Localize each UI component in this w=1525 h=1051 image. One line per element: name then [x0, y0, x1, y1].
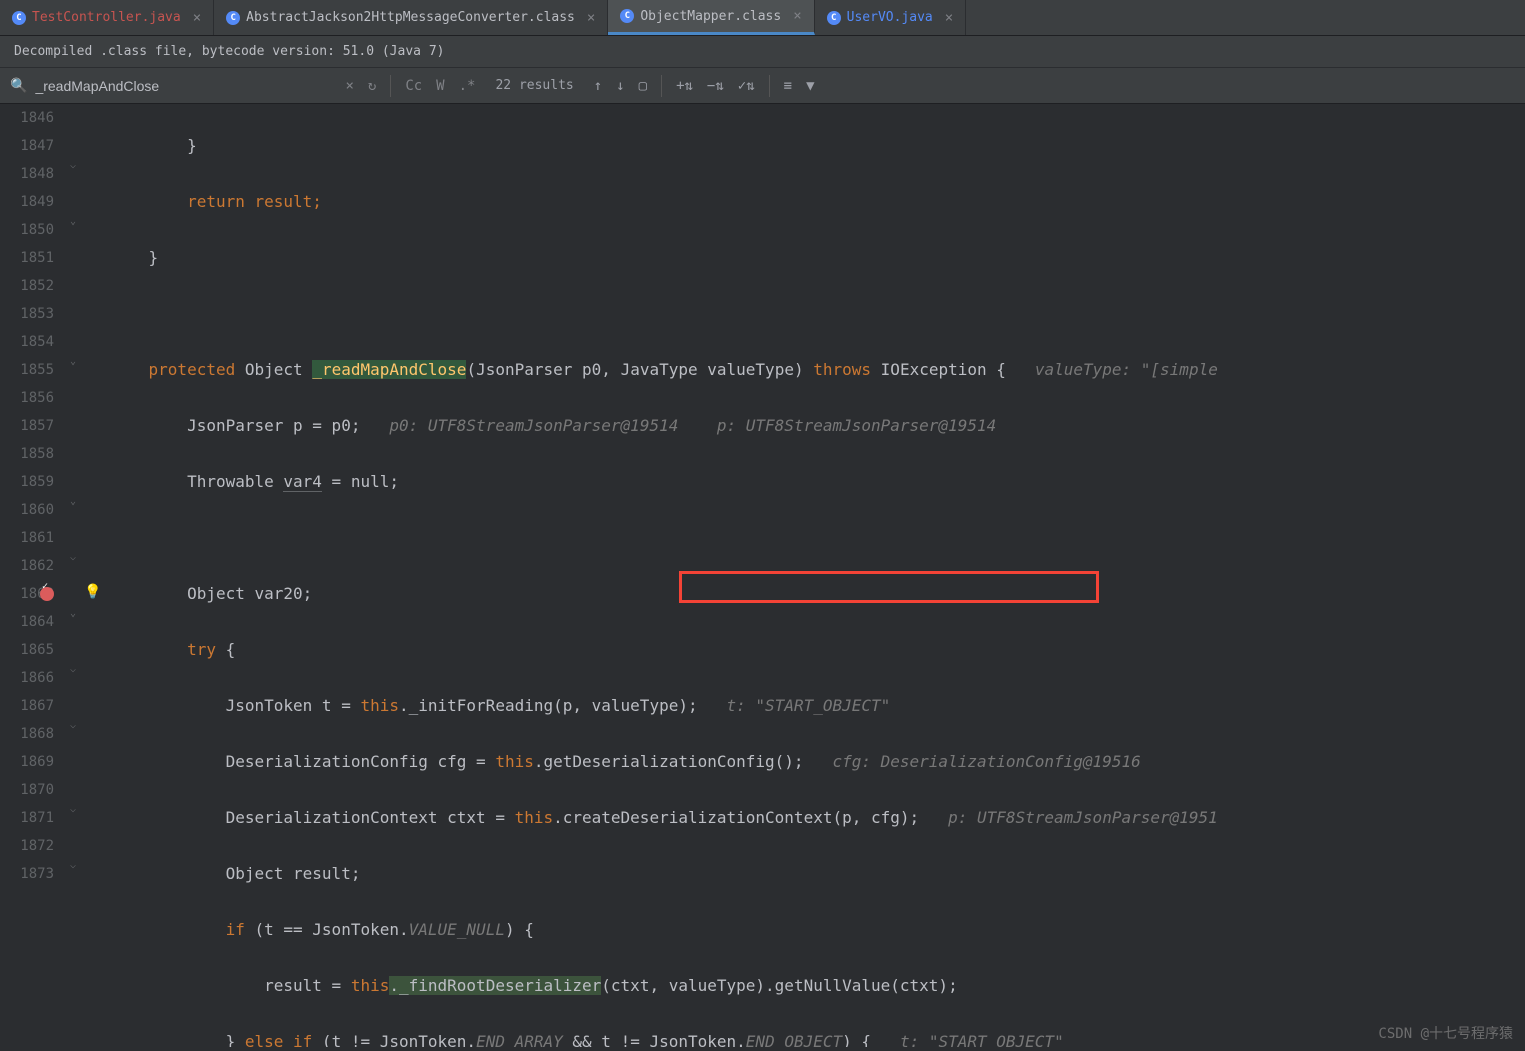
regex-button[interactable]: .*: [459, 78, 476, 94]
tab-label: UserVO.java: [847, 10, 933, 25]
divider: [769, 75, 770, 97]
tab-objectmapper[interactable]: C ObjectMapper.class ×: [608, 0, 814, 35]
tab-label: TestController.java: [32, 10, 181, 25]
tab-abstractjackson[interactable]: C AbstractJackson2HttpMessageConverter.c…: [214, 0, 608, 35]
words-button[interactable]: W: [436, 78, 444, 94]
inline-hint: p: UTF8StreamJsonParser@1951: [948, 808, 1218, 827]
line-gutter: 18461847184818491850 1851185218531854185…: [0, 104, 62, 1047]
code-text: _readMapAndClose: [312, 360, 466, 379]
close-icon[interactable]: ×: [793, 8, 801, 24]
code-text: ) {: [842, 1032, 871, 1047]
filter-icon[interactable]: ▼: [806, 78, 814, 94]
class-icon: C: [827, 11, 841, 25]
divider: [661, 75, 662, 97]
next-match-icon[interactable]: ↓: [616, 78, 624, 94]
close-icon[interactable]: ×: [587, 10, 595, 26]
fold-gutter: ⌵ ⌄ ⌄ ⌄ ⌵ 💡 ⌄ ⌵ ⌵ ⌵ ⌵: [62, 104, 110, 1047]
tab-label: ObjectMapper.class: [640, 9, 781, 24]
code-text: ._initForReading(p, valueType);: [399, 696, 698, 715]
results-count: 22 results: [495, 78, 573, 93]
code-text: END_OBJECT: [746, 1032, 842, 1047]
divider: [390, 75, 391, 97]
inline-hint: t: "START_OBJECT": [727, 696, 891, 715]
select-all-icon[interactable]: ▢: [639, 78, 647, 94]
code-text: Throwable: [187, 472, 283, 491]
code-text: JsonToken t =: [226, 696, 361, 715]
watermark: CSDN @十七号程序猿: [1378, 1023, 1513, 1043]
lightbulb-icon[interactable]: 💡: [84, 584, 101, 600]
prev-match-icon[interactable]: ↑: [594, 78, 602, 94]
search-icon: 🔍: [10, 78, 27, 94]
code-text: this: [360, 696, 399, 715]
code-text: (ctxt, valueType).getNullValue(ctxt);: [601, 976, 957, 995]
code-text: .getDeserializationConfig();: [534, 752, 804, 771]
inline-hint: t: "START_OBJECT": [900, 1032, 1064, 1047]
tabs-bar: C TestController.java × C AbstractJackso…: [0, 0, 1525, 36]
code-text: .createDeserializationContext(p, cfg);: [553, 808, 919, 827]
history-icon[interactable]: ↻: [368, 78, 376, 94]
tab-label: AbstractJackson2HttpMessageConverter.cla…: [246, 10, 575, 25]
inline-hint: p0: UTF8StreamJsonParser@19514 p: UTF8St…: [389, 416, 996, 435]
decompile-notice: Decompiled .class file, bytecode version…: [0, 36, 1525, 68]
code-text: protected: [149, 360, 236, 379]
code-text: var4: [283, 472, 322, 492]
close-icon[interactable]: ×: [193, 10, 201, 26]
code-text: (t != JsonToken.: [312, 1032, 476, 1047]
close-icon[interactable]: ×: [945, 10, 953, 26]
code-text: else if: [245, 1032, 312, 1047]
code-text: DeserializationContext ctxt =: [226, 808, 515, 827]
code-text: (JsonParser p0, JavaType valueType): [466, 360, 803, 379]
clear-icon[interactable]: ×: [345, 78, 353, 94]
editor[interactable]: 18461847184818491850 1851185218531854185…: [0, 104, 1525, 1047]
code-text: Object result;: [226, 864, 361, 883]
code-text: this: [515, 808, 554, 827]
code-text: VALUE_NULL: [409, 920, 505, 939]
code-text: && t != JsonToken.: [563, 1032, 746, 1047]
tab-uservo[interactable]: C UserVO.java ×: [815, 0, 967, 35]
code-text: result =: [264, 976, 351, 995]
code-text: Object var20;: [187, 584, 312, 603]
code-text: this: [495, 752, 534, 771]
code-text: return result;: [187, 192, 322, 211]
code-text: = null;: [322, 472, 399, 491]
code-text: DeserializationConfig cfg =: [226, 752, 496, 771]
match-case-button[interactable]: Cc: [405, 78, 422, 94]
code-text: ._findRootDeserializer: [389, 976, 601, 995]
code-text: END_ARRAY: [476, 1032, 563, 1047]
class-icon: C: [620, 9, 634, 23]
settings-icon[interactable]: ≡: [784, 78, 792, 94]
inline-hint: cfg: DeserializationConfig@19516: [832, 752, 1140, 771]
code-text: JsonParser p = p0;: [187, 416, 360, 435]
tab-testcontroller[interactable]: C TestController.java ×: [0, 0, 214, 35]
code-text: throws: [813, 360, 871, 379]
class-icon: C: [12, 11, 26, 25]
code-text: if: [226, 920, 245, 939]
code-area[interactable]: } return result; } protected Object _rea…: [110, 104, 1525, 1047]
inline-hint: valueType: "[simple: [1035, 360, 1218, 379]
select-occurrences-icon[interactable]: ✓⇅: [738, 78, 755, 94]
breakpoint-icon[interactable]: [40, 587, 54, 601]
remove-selection-icon[interactable]: −⇅: [707, 78, 724, 94]
find-bar: 🔍 × ↻ Cc W .* 22 results ↑ ↓ ▢ +⇅ −⇅ ✓⇅ …: [0, 68, 1525, 104]
code-text: IOException {: [881, 360, 1006, 379]
search-input[interactable]: [35, 78, 335, 94]
code-text: }: [226, 1032, 245, 1047]
code-text: this: [351, 976, 390, 995]
code-text: (t == JsonToken.: [245, 920, 409, 939]
code-text: ) {: [505, 920, 534, 939]
code-text: Object: [245, 360, 303, 379]
add-selection-icon[interactable]: +⇅: [676, 78, 693, 94]
class-icon: C: [226, 11, 240, 25]
